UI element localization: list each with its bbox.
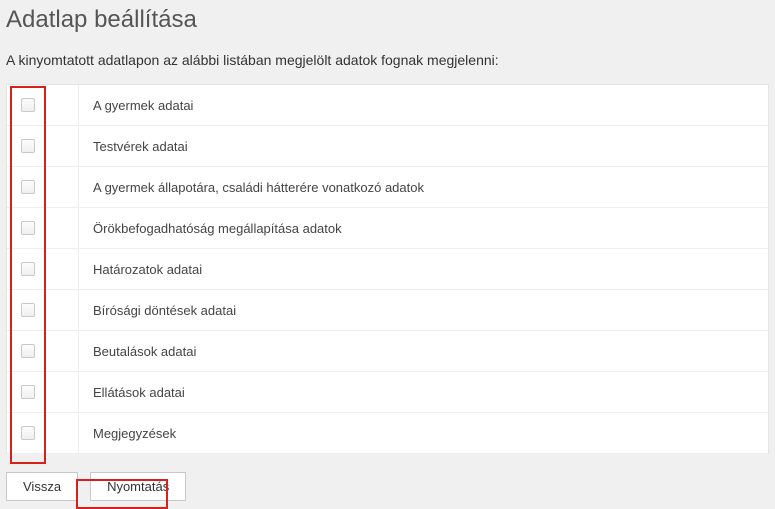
back-button[interactable]: Vissza [6,472,78,501]
checkbox-court-decisions[interactable] [21,303,35,317]
checkbox-cell [7,372,79,412]
option-label: Örökbefogadhatóság megállapítása adatok [79,221,768,236]
checkbox-cell [7,126,79,166]
option-label: A gyermek állapotára, családi hátterére … [79,180,768,195]
checkbox-notes[interactable] [21,426,35,440]
page-title: Adatlap beállítása [6,6,769,34]
checkbox-cell [7,413,79,453]
option-label: A gyermek adatai [79,98,768,113]
option-row: A gyermek állapotára, családi hátterére … [7,167,768,208]
checkbox-cell [7,85,79,125]
option-row: Határozatok adatai [7,249,768,290]
checkbox-child-status[interactable] [21,180,35,194]
option-row: Bírósági döntések adatai [7,290,768,331]
print-button[interactable]: Nyomtatás [90,472,186,501]
checkbox-siblings-data[interactable] [21,139,35,153]
page-description: A kinyomtatott adatlapon az alábbi listá… [6,52,769,68]
options-panel: A gyermek adatai Testvérek adatai A gyer… [6,84,769,454]
option-row: Ellátások adatai [7,372,768,413]
option-row: Testvérek adatai [7,126,768,167]
checkbox-cell [7,249,79,289]
checkbox-cell [7,331,79,371]
option-row: Örökbefogadhatóság megállapítása adatok [7,208,768,249]
option-label: Bírósági döntések adatai [79,303,768,318]
checkbox-cell [7,290,79,330]
checkbox-services[interactable] [21,385,35,399]
action-bar: Vissza Nyomtatás [6,472,769,501]
checkbox-adoptability[interactable] [21,221,35,235]
option-label: Ellátások adatai [79,385,768,400]
checkbox-referrals[interactable] [21,344,35,358]
option-row: Beutalások adatai [7,331,768,372]
checkbox-cell [7,208,79,248]
option-row: A gyermek adatai [7,85,768,126]
option-label: Megjegyzések [79,426,768,441]
option-label: Határozatok adatai [79,262,768,277]
option-label: Testvérek adatai [79,139,768,154]
checkbox-cell [7,167,79,207]
checkbox-child-data[interactable] [21,98,35,112]
checkbox-decisions[interactable] [21,262,35,276]
option-row: Megjegyzések [7,413,768,454]
option-label: Beutalások adatai [79,344,768,359]
